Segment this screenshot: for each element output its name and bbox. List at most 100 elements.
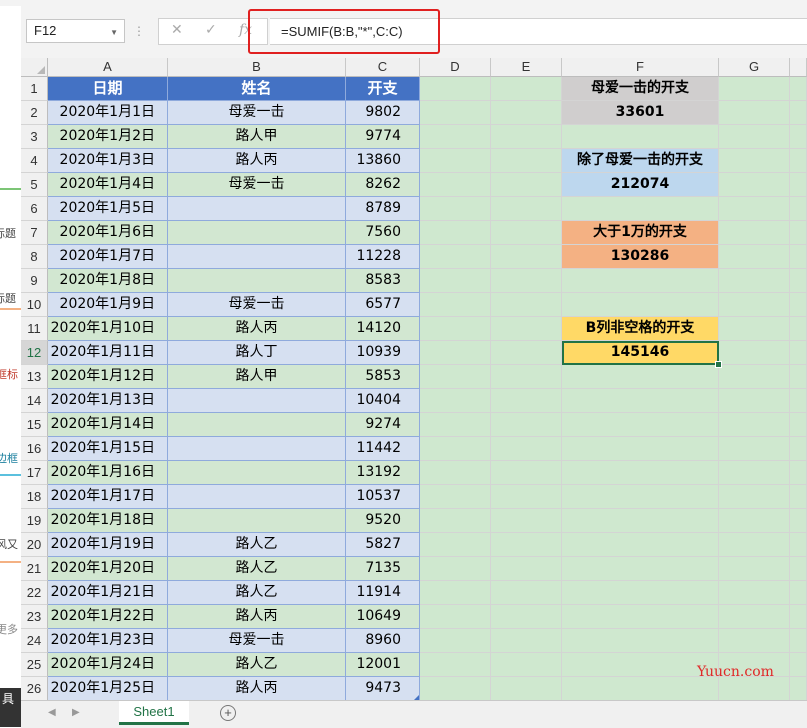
row-header[interactable]: 12 (21, 341, 48, 365)
row-header[interactable]: 17 (21, 461, 48, 485)
cell[interactable] (420, 149, 491, 173)
table-cell[interactable]: 日期 (48, 77, 168, 101)
cell[interactable] (719, 317, 790, 341)
cell[interactable] (420, 581, 491, 605)
cell[interactable] (562, 557, 719, 581)
table-cell[interactable]: 路人丙 (168, 605, 346, 629)
cell[interactable] (491, 437, 562, 461)
sheet-tab[interactable]: Sheet1 (119, 701, 189, 725)
table-cell[interactable]: 9774 (346, 125, 420, 149)
table-cell[interactable] (168, 245, 346, 269)
cell[interactable] (790, 125, 807, 149)
cell[interactable] (719, 149, 790, 173)
plus-circle-icon[interactable]: + (220, 705, 236, 721)
cell[interactable] (719, 557, 790, 581)
table-cell[interactable]: 2020年1月23日 (48, 629, 168, 653)
cell[interactable] (491, 581, 562, 605)
table-cell[interactable]: 开支 (346, 77, 420, 101)
summary-value[interactable]: 212074 (562, 173, 719, 197)
cell[interactable] (491, 293, 562, 317)
cell[interactable] (719, 269, 790, 293)
cell[interactable] (562, 269, 719, 293)
chevron-down-icon[interactable]: ▼ (110, 22, 118, 44)
row-header[interactable]: 13 (21, 365, 48, 389)
table-cell[interactable]: 8262 (346, 173, 420, 197)
table-cell[interactable]: 路人乙 (168, 581, 346, 605)
table-cell[interactable]: 11914 (346, 581, 420, 605)
fill-handle[interactable] (715, 361, 722, 368)
summary-label[interactable]: 除了母爱一击的开支 (562, 149, 719, 173)
cell[interactable] (790, 389, 807, 413)
cell[interactable] (491, 533, 562, 557)
cell[interactable] (719, 221, 790, 245)
cell[interactable] (719, 605, 790, 629)
cell[interactable] (491, 653, 562, 677)
cell[interactable] (491, 389, 562, 413)
table-cell[interactable]: 12001 (346, 653, 420, 677)
cell[interactable] (790, 101, 807, 125)
cell[interactable] (719, 437, 790, 461)
row-header[interactable]: 14 (21, 389, 48, 413)
summary-value[interactable]: 130286 (562, 245, 719, 269)
cell[interactable] (790, 461, 807, 485)
cell[interactable] (562, 413, 719, 437)
cell[interactable] (562, 533, 719, 557)
cell[interactable] (790, 269, 807, 293)
row-header[interactable]: 15 (21, 413, 48, 437)
drag-handle-icon[interactable]: ⋮ (133, 24, 145, 38)
cell[interactable] (420, 125, 491, 149)
table-cell[interactable]: 2020年1月14日 (48, 413, 168, 437)
cell[interactable] (562, 509, 719, 533)
table-cell[interactable]: 8789 (346, 197, 420, 221)
cell[interactable] (491, 341, 562, 365)
cell[interactable] (790, 173, 807, 197)
cell[interactable] (491, 197, 562, 221)
table-cell[interactable] (168, 509, 346, 533)
table-cell[interactable]: 11442 (346, 437, 420, 461)
cell[interactable] (420, 437, 491, 461)
cell[interactable] (420, 221, 491, 245)
cell[interactable] (491, 317, 562, 341)
cell[interactable] (790, 629, 807, 653)
table-cell[interactable]: 2020年1月10日 (48, 317, 168, 341)
row-header[interactable]: 19 (21, 509, 48, 533)
cell[interactable] (719, 629, 790, 653)
cell[interactable] (790, 413, 807, 437)
cell[interactable] (790, 557, 807, 581)
table-cell[interactable]: 10939 (346, 341, 420, 365)
cell[interactable] (420, 293, 491, 317)
row-header[interactable]: 23 (21, 605, 48, 629)
table-cell[interactable]: 2020年1月9日 (48, 293, 168, 317)
row-header[interactable]: 4 (21, 149, 48, 173)
row-header[interactable]: 11 (21, 317, 48, 341)
scroll-left-icon[interactable]: ◀ (48, 707, 56, 718)
table-cell[interactable]: 2020年1月25日 (48, 677, 168, 700)
cell[interactable] (790, 149, 807, 173)
cell[interactable] (420, 557, 491, 581)
table-cell[interactable]: 路人丁 (168, 341, 346, 365)
table-cell[interactable]: 2020年1月6日 (48, 221, 168, 245)
cell[interactable] (420, 245, 491, 269)
row-header[interactable]: 2 (21, 101, 48, 125)
cell[interactable] (420, 629, 491, 653)
cell[interactable] (719, 581, 790, 605)
cell[interactable] (491, 125, 562, 149)
table-cell[interactable]: 6577 (346, 293, 420, 317)
column-header[interactable]: E (491, 58, 562, 77)
name-box[interactable]: F12 ▼ (26, 19, 125, 43)
select-all-corner[interactable] (21, 58, 48, 77)
cell[interactable] (420, 269, 491, 293)
cell[interactable] (420, 413, 491, 437)
row-header[interactable]: 5 (21, 173, 48, 197)
cell[interactable] (719, 197, 790, 221)
cell[interactable] (491, 413, 562, 437)
table-cell[interactable]: 2020年1月22日 (48, 605, 168, 629)
cell[interactable] (790, 605, 807, 629)
table-cell[interactable]: 路人甲 (168, 365, 346, 389)
row-header[interactable]: 10 (21, 293, 48, 317)
cell[interactable] (719, 533, 790, 557)
cell[interactable] (790, 77, 807, 101)
cell[interactable] (562, 293, 719, 317)
table-cell[interactable]: 2020年1月5日 (48, 197, 168, 221)
table-cell[interactable]: 8960 (346, 629, 420, 653)
